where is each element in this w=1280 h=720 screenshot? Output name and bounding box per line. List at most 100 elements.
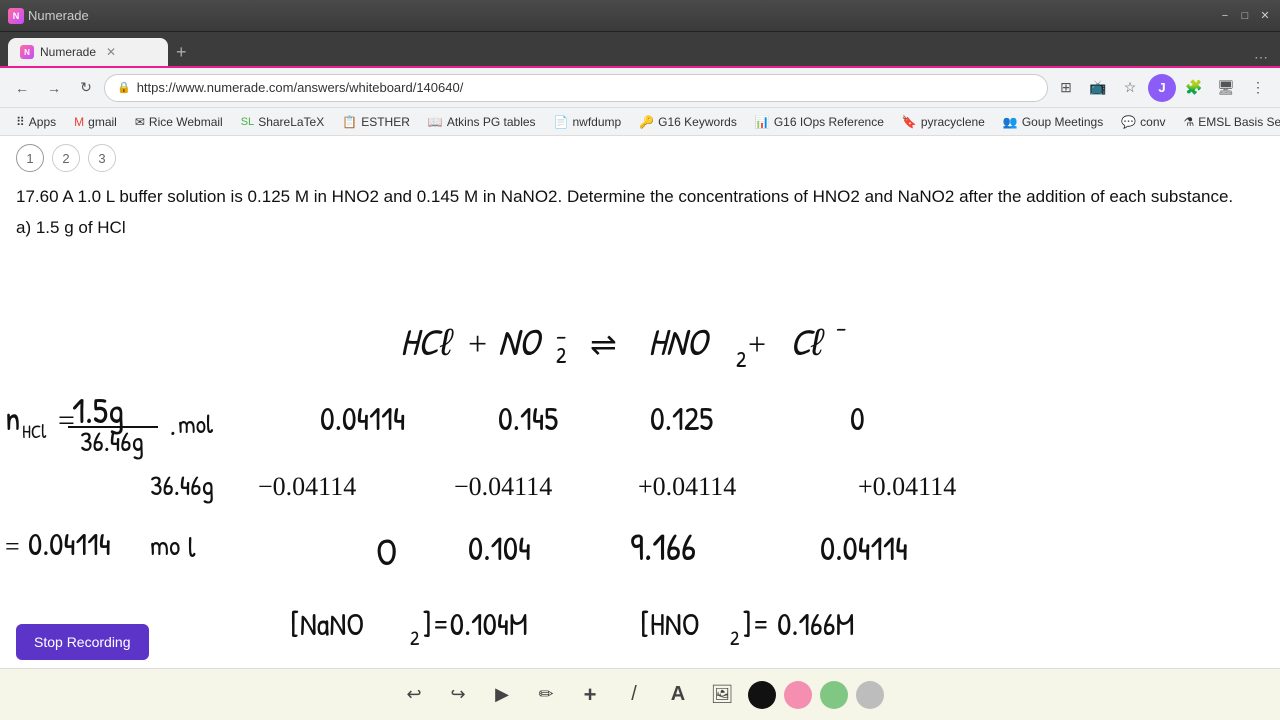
svg-text:2: 2 [736,344,747,374]
atkins-icon: 📖 [428,115,443,129]
image-icon: 🖼 [711,684,734,705]
minimize-button[interactable]: − [1218,9,1232,23]
plus-icon: + [584,682,597,708]
bookmark-esther[interactable]: 📋 ESTHER [334,113,418,131]
forward-button[interactable]: → [40,74,68,102]
color-gray-button[interactable] [856,681,884,709]
bookmark-rice-webmail[interactable]: ✉ Rice Webmail [127,113,231,131]
color-black-button[interactable] [748,681,776,709]
svg-text:−0.04114: −0.04114 [258,472,356,501]
bookmark-nwfdump[interactable]: 📄 nwfdump [546,113,630,131]
add-button[interactable]: + [572,677,608,713]
svg-text:2: 2 [730,625,740,652]
svg-text:2: 2 [556,340,567,370]
svg-text:36.46g: 36.46g [80,422,144,460]
svg-text:HC: HC [400,315,443,367]
drawing-toolbar: ↩ ↪ ▶ ✏ + / A 🖼 [0,668,1280,720]
bookmark-conv[interactable]: 💬 conv [1113,113,1173,131]
svg-text:+0.04114: +0.04114 [858,472,956,501]
tab-bar: N Numerade ✕ + ⋯ [0,32,1280,68]
gmail-icon: M [74,115,84,129]
pyracyclene-icon: 🔖 [902,115,917,129]
settings-icon[interactable]: ⋯ [1250,49,1272,66]
address-bar[interactable]: 🔒 https://www.numerade.com/answers/white… [104,74,1048,102]
g16kw-icon: 🔑 [639,115,654,129]
active-tab[interactable]: N Numerade ✕ [8,38,168,66]
url-text: https://www.numerade.com/answers/whitebo… [137,80,1035,95]
stop-recording-button[interactable]: Stop Recording [16,624,149,660]
part-a-label: a) 1.5 g of HCl [16,218,1264,238]
svg-text:0.125: 0.125 [650,397,713,441]
goup-icon: 👥 [1003,115,1018,129]
bookmark-emsl[interactable]: ⚗ EMSL Basis Set Ex... [1176,113,1280,131]
bookmark-gmail[interactable]: M gmail [66,113,125,131]
svg-text:−0.04114: −0.04114 [454,472,552,501]
select-tool-button[interactable]: ▶ [484,677,520,713]
cast-icon[interactable]: 📺 [1084,74,1112,102]
undo-button[interactable]: ↩ [396,677,432,713]
cursor-icon: ▶ [495,684,509,705]
reload-button[interactable]: ↻ [72,74,100,102]
title-bar: N Numerade − □ ✕ [0,0,1280,32]
redo-icon: ↪ [450,684,465,705]
image-tool-button[interactable]: 🖼 [704,677,740,713]
back-button[interactable]: ← [8,74,36,102]
svg-text:9.166: 9.166 [630,520,696,572]
bookmark-g16iops[interactable]: 📊 G16 IOps Reference [747,113,892,131]
color-green-button[interactable] [820,681,848,709]
svg-text:ℓ: ℓ [439,315,454,367]
redo-button[interactable]: ↪ [440,677,476,713]
maximize-button[interactable]: □ [1238,9,1252,23]
step-3[interactable]: 3 [88,144,116,172]
svg-text:⇌: ⇌ [590,326,617,362]
menu-icon[interactable]: ⋮ [1244,74,1272,102]
close-button[interactable]: ✕ [1258,9,1272,23]
new-tab-button[interactable]: + [168,38,195,66]
tab-label: Numerade [40,45,96,59]
extension-puzzle-icon[interactable]: 🧩 [1180,74,1208,102]
text-tool-button[interactable]: A [660,677,696,713]
eraser-tool-button[interactable]: / [616,677,652,713]
svg-text:mo: mo [150,526,180,564]
step-2[interactable]: 2 [52,144,80,172]
svg-text:·: · [170,411,176,449]
svg-text:=: = [58,404,75,437]
bookmark-atkins[interactable]: 📖 Atkins PG tables [420,113,544,131]
tab-close-icon[interactable]: ✕ [106,45,116,59]
bookmark-g16kw[interactable]: 🔑 G16 Keywords [631,113,745,131]
svg-text:[NaNO: [NaNO [290,602,364,645]
undo-icon: ↩ [406,684,421,705]
step-1[interactable]: 1 [16,144,44,172]
bookmark-sharelatex[interactable]: SL ShareLaTeX [233,113,333,131]
svg-text:]=0.104M: ]=0.104M [422,602,528,645]
apps-icon: ⠿ [16,115,25,129]
svg-text:+: + [748,326,766,362]
svg-text:0: 0 [850,397,865,441]
pen-tool-button[interactable]: ✏ [528,677,564,713]
esther-icon: 📋 [342,115,357,129]
nav-bar: ← → ↻ 🔒 https://www.numerade.com/answers… [0,68,1280,108]
color-pink-button[interactable] [784,681,812,709]
emsl-icon: ⚗ [1184,115,1195,129]
browser-window: N Numerade − □ ✕ N Numerade ✕ + ⋯ ← → ↻ … [0,0,1280,720]
bookmark-goup[interactable]: 👥 Goup Meetings [995,113,1111,131]
svg-text:HNO: HNO [648,315,711,367]
svg-text:O: O [376,525,397,577]
profile-avatar[interactable]: J [1148,74,1176,102]
bookmark-apps[interactable]: ⠿ Apps [8,113,64,131]
svg-text:36.46g: 36.46g [150,466,214,504]
tab-favicon: N [20,45,34,59]
svg-text:2: 2 [410,625,420,652]
svg-text:0.04114: 0.04114 [820,525,908,571]
extensions-icon[interactable]: ⊞ [1052,74,1080,102]
svg-text:+0.04114: +0.04114 [638,472,736,501]
svg-text:+: + [468,326,487,363]
text-icon: A [671,683,685,706]
screen-icon[interactable]: 🖥 [1212,74,1240,102]
bookmark-star-icon[interactable]: ☆ [1116,74,1144,102]
problem-text: 17.60 A 1.0 L buffer solution is 0.125 M… [16,184,1264,210]
svg-text:Cℓ: Cℓ [790,315,825,367]
step-indicators: 1 2 3 [0,136,1280,180]
bookmark-pyracyclene[interactable]: 🔖 pyracyclene [894,113,993,131]
window-title: Numerade [28,8,89,23]
